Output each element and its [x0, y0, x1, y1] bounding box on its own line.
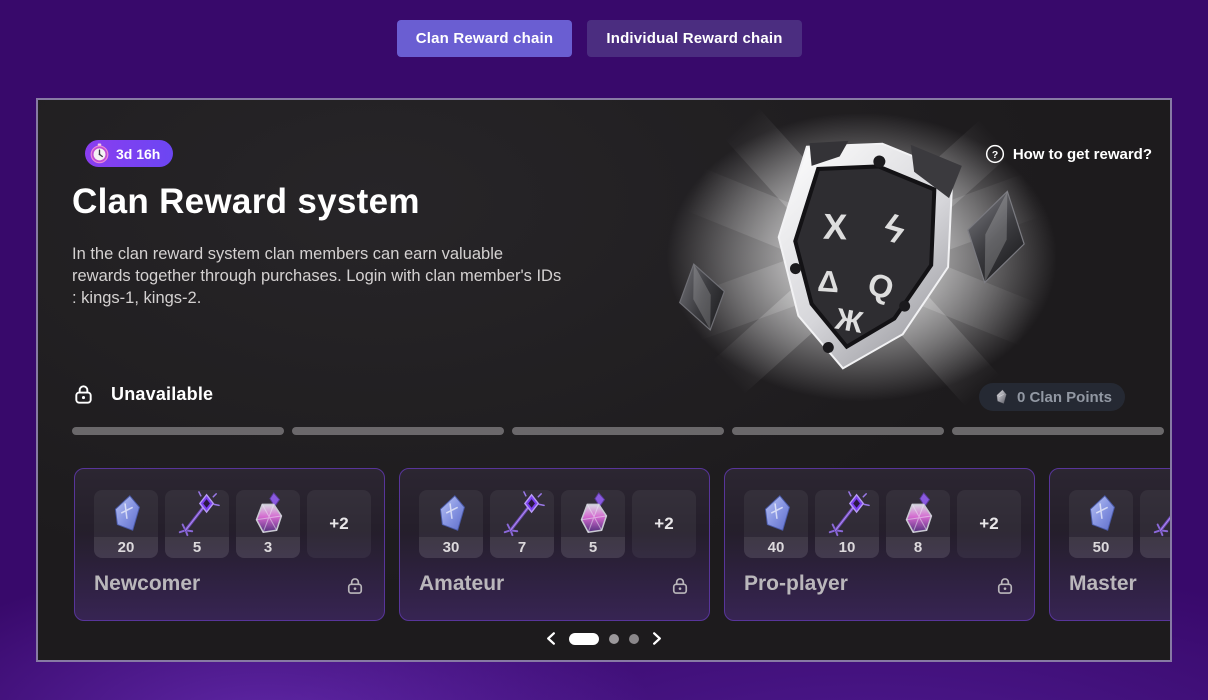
more-rewards-count: +2 — [979, 514, 998, 534]
clan-points-badge: 0 Clan Points — [979, 383, 1125, 411]
tier-cards-row: 20 5 3 +2 Newcomer — [74, 468, 1172, 621]
chevron-right-icon — [649, 631, 664, 646]
carousel-page-active[interactable] — [569, 633, 599, 645]
page-description: In the clan reward system clan members c… — [72, 243, 564, 309]
reward-count: 5 — [561, 537, 625, 558]
tier-card-master[interactable]: 50 Master — [1049, 468, 1172, 621]
reward-count: 50 — [1069, 537, 1133, 558]
timer-badge: 3d 16h — [85, 140, 173, 167]
reward-item: 30 — [419, 490, 483, 558]
reward-count: 20 — [94, 537, 158, 558]
carousel-page-dot[interactable] — [609, 634, 619, 644]
cards-carousel-controls — [544, 631, 664, 646]
reward-item: 7 — [490, 490, 554, 558]
reward-item: 5 — [561, 490, 625, 558]
reward-item: 20 — [94, 490, 158, 558]
crystal-icon — [94, 490, 158, 537]
progress-segment — [732, 427, 944, 435]
more-rewards-tile: +2 — [307, 490, 371, 558]
reward-item: 50 — [1069, 490, 1133, 558]
scepter-icon — [490, 490, 554, 537]
clan-reward-page: { "page": { "background": "#38096b", "ac… — [0, 0, 1208, 700]
more-rewards-count: +2 — [329, 514, 348, 534]
progress-segment — [952, 427, 1164, 435]
reward-progress-bar — [72, 427, 1164, 435]
tier-title: Master — [1069, 572, 1137, 596]
help-label: How to get reward? — [1013, 146, 1152, 163]
carousel-next-button[interactable] — [649, 631, 664, 646]
carousel-page-dot[interactable] — [629, 634, 639, 644]
chevron-left-icon — [544, 631, 559, 646]
potion-icon — [236, 490, 300, 537]
lock-icon — [995, 576, 1015, 596]
potion-icon — [561, 490, 625, 537]
reward-item: 40 — [744, 490, 808, 558]
tier-card-pro-player[interactable]: 40 10 8 +2 Pro-player — [724, 468, 1035, 621]
tier-title: Newcomer — [94, 572, 200, 596]
reward-item — [1140, 490, 1172, 558]
crystal-icon — [419, 490, 483, 537]
availability-status: Unavailable — [111, 384, 213, 405]
reward-item: 10 — [815, 490, 879, 558]
clan-reward-panel: X ϟ Δ Q Ж 3d 16h Clan Reward system In t… — [36, 98, 1172, 662]
scepter-icon — [1140, 490, 1172, 537]
panel-content: 3d 16h Clan Reward system In the clan re… — [38, 100, 1170, 660]
reward-item: 8 — [886, 490, 950, 558]
reward-count: 40 — [744, 537, 808, 558]
reward-count: 30 — [419, 537, 483, 558]
reward-count — [1140, 537, 1172, 558]
reward-item: 5 — [165, 490, 229, 558]
tab-clan-reward-chain[interactable]: Clan Reward chain — [397, 20, 572, 57]
more-rewards-count: +2 — [654, 514, 673, 534]
reward-item: 3 — [236, 490, 300, 558]
stopwatch-icon — [89, 143, 110, 164]
tab-individual-reward-chain[interactable]: Individual Reward chain — [587, 20, 802, 57]
lock-icon — [72, 383, 95, 406]
lock-icon — [345, 576, 365, 596]
lock-icon — [670, 576, 690, 596]
progress-segment — [292, 427, 504, 435]
potion-icon — [886, 490, 950, 537]
reward-tiles: 40 10 8 +2 — [744, 490, 1021, 558]
gray-gem-icon — [992, 388, 1010, 406]
reward-tiles: 50 — [1069, 490, 1172, 558]
reward-count: 7 — [490, 537, 554, 558]
reward-tiles: 30 7 5 +2 — [419, 490, 696, 558]
question-icon — [985, 144, 1005, 164]
tier-title: Pro-player — [744, 572, 848, 596]
progress-segment — [512, 427, 724, 435]
page-title: Clan Reward system — [72, 182, 420, 222]
reward-count: 5 — [165, 537, 229, 558]
progress-segment — [72, 427, 284, 435]
scepter-icon — [815, 490, 879, 537]
availability-row: Unavailable — [72, 383, 213, 406]
crystal-icon — [1069, 490, 1133, 537]
tier-card-newcomer[interactable]: 20 5 3 +2 Newcomer — [74, 468, 385, 621]
tier-title: Amateur — [419, 572, 504, 596]
more-rewards-tile: +2 — [957, 490, 1021, 558]
how-to-get-reward-link[interactable]: How to get reward? — [985, 144, 1152, 164]
reward-count: 8 — [886, 537, 950, 558]
crystal-icon — [744, 490, 808, 537]
tier-card-amateur[interactable]: 30 7 5 +2 Amateur — [399, 468, 710, 621]
clan-points-value: 0 Clan Points — [1017, 389, 1112, 406]
reward-tiles: 20 5 3 +2 — [94, 490, 371, 558]
timer-value: 3d 16h — [116, 146, 160, 162]
reward-count: 10 — [815, 537, 879, 558]
reward-count: 3 — [236, 537, 300, 558]
scepter-icon — [165, 490, 229, 537]
carousel-prev-button[interactable] — [544, 631, 559, 646]
more-rewards-tile: +2 — [632, 490, 696, 558]
